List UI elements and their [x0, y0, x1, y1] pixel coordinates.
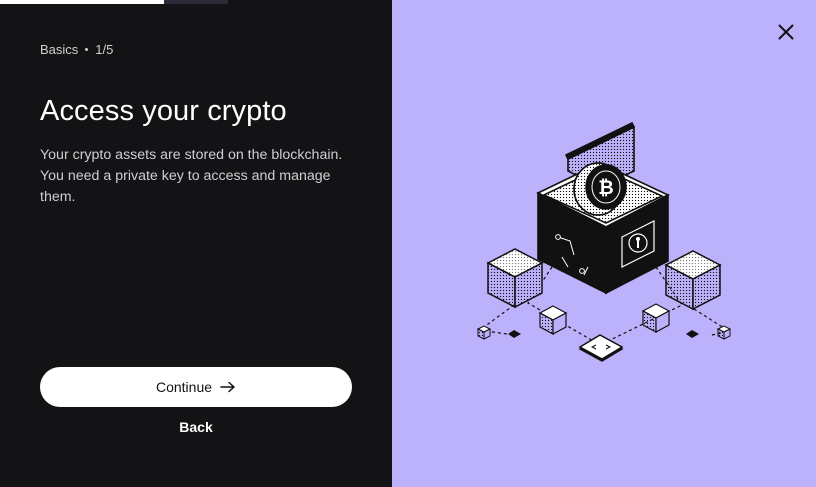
node-diamond-right [686, 330, 699, 338]
small-block-icon-right [641, 303, 671, 334]
back-button[interactable]: Back [146, 416, 246, 438]
small-block-icon-left [538, 305, 568, 336]
page-title: Access your crypto [40, 95, 287, 127]
continue-button-label: Continue [155, 379, 213, 395]
step-separator-dot [85, 48, 89, 51]
node-diamond-left [508, 330, 521, 338]
left-block-icon [486, 248, 544, 309]
step-indicator: Basics 1/5 [40, 42, 113, 57]
progress-bar-fill [0, 0, 165, 4]
hardware-wallet-icon [578, 334, 624, 362]
tiny-block-icon-right [716, 325, 732, 340]
svg-text:₿: ₿ [598, 177, 613, 199]
arrow-right-icon [220, 381, 235, 393]
step-section: Basics [40, 42, 79, 57]
progress-bar [0, 0, 228, 4]
right-block-icon [664, 250, 722, 311]
page-description: Your crypto assets are stored on the blo… [40, 147, 343, 205]
onboarding-content-panel: Basics 1/5 Access your crypto Your crypt… [0, 0, 392, 487]
tiny-block-icon-left [476, 325, 492, 340]
close-icon [778, 24, 794, 40]
step-position: 1/5 [95, 42, 114, 57]
continue-button[interactable]: Continue [40, 367, 352, 407]
close-button[interactable] [772, 18, 800, 46]
crypto-chest-illustration: ₿ [476, 121, 732, 362]
